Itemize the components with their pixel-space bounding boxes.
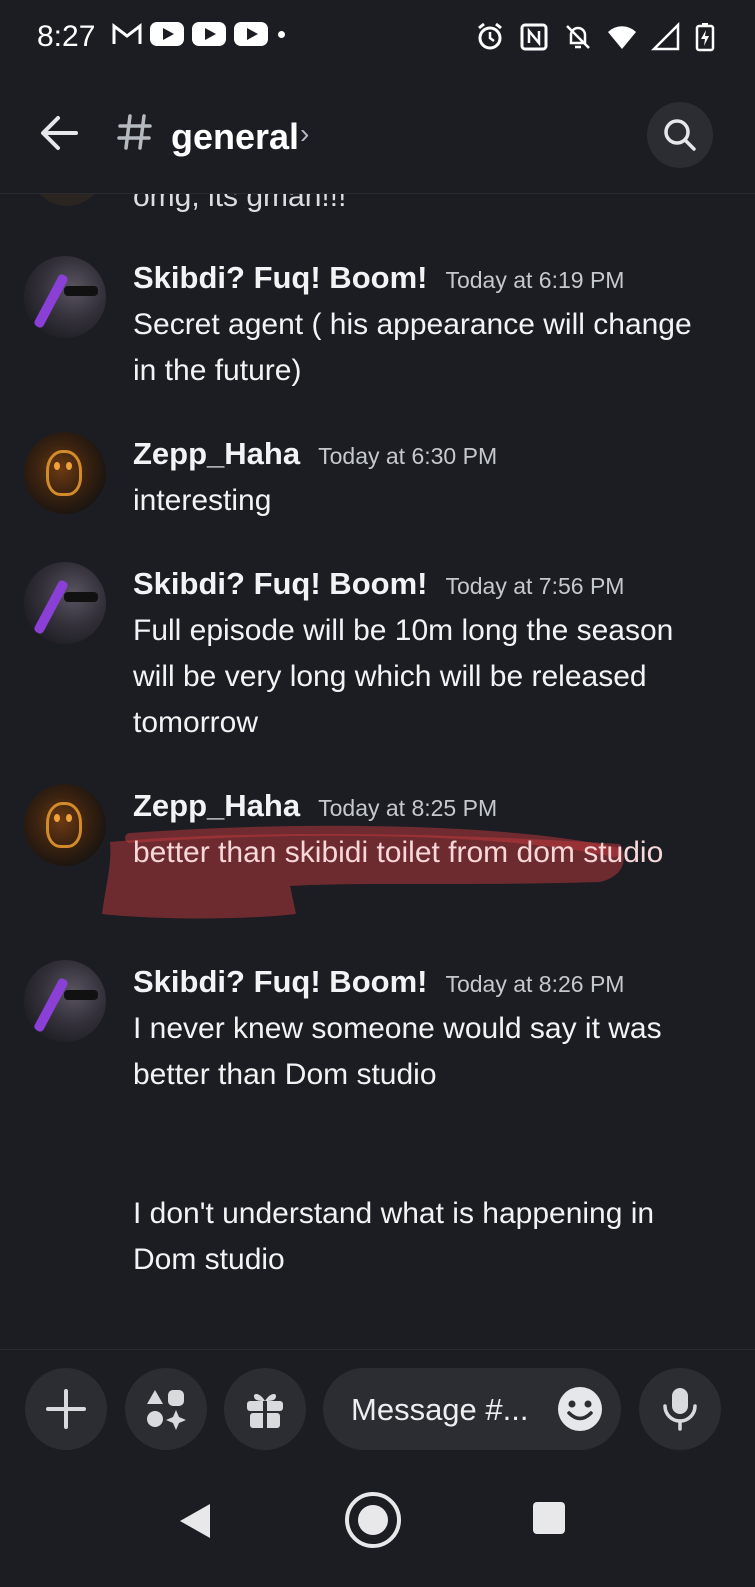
message-text: Full episode will be 10m long the season… [133,614,674,739]
voice-message-button[interactable] [639,1368,721,1450]
message-composer: Message #... [0,1349,755,1470]
silent-bell-icon [566,25,590,49]
author-name[interactable]: Skibdi? Fuq! Boom! [133,566,427,602]
apps-sparkle-icon [147,1390,186,1430]
channel-title[interactable]: general [171,116,299,158]
nav-home-icon[interactable] [343,1490,403,1550]
gift-button[interactable] [224,1368,306,1450]
microphone-icon [663,1388,697,1431]
plus-icon [46,1389,86,1429]
emoji-smiley-icon[interactable] [555,1384,605,1434]
more-notifications-dot [278,30,285,38]
message-header: Zepp_Haha Today at 8:25 PM [133,788,497,824]
back-arrow-icon[interactable] [34,108,84,158]
message-list[interactable]: omg, its gman!!! Skibdi? Fuq! Boom! Toda… [0,194,755,1349]
message-header: Skibdi? Fuq! Boom! Today at 7:56 PM [133,566,624,602]
youtube-icon [150,22,184,46]
message-header: Skibdi? Fuq! Boom! Today at 6:19 PM [133,260,624,296]
avatar[interactable] [24,432,106,514]
message-header: Skibdi? Fuq! Boom! Today at 8:26 PM [133,964,624,1000]
author-name[interactable]: Skibdi? Fuq! Boom! [133,964,427,1000]
alarm-icon [478,22,502,50]
message-input-placeholder: Message #... [351,1392,529,1427]
channel-header: general › [0,78,755,194]
chevron-right-icon[interactable]: › [300,118,309,150]
message-text: omg, its gman!!! [133,194,347,213]
battery-charging-icon [695,23,715,52]
message-timestamp: Today at 6:19 PM [445,267,625,293]
wifi-icon [608,26,636,49]
apps-button[interactable] [125,1368,207,1450]
author-name[interactable]: Zepp_Haha [133,788,300,824]
gmail-icon [112,22,142,44]
gift-icon [247,1394,283,1428]
status-bar: 8:27 [0,0,755,78]
avatar[interactable] [30,194,104,206]
message-timestamp: Today at 8:25 PM [318,795,498,821]
message-header: Zepp_Haha Today at 6:30 PM [133,436,497,472]
message-input[interactable]: Message #... [323,1368,621,1450]
nav-recents-icon[interactable] [533,1502,565,1534]
nav-back-icon[interactable] [178,1502,212,1540]
avatar[interactable] [24,562,106,644]
message-timestamp: Today at 7:56 PM [445,573,625,599]
system-navigation-bar [0,1470,755,1587]
message-text: Secret agent ( his appearance will chang… [133,308,692,387]
youtube-icon [234,22,268,46]
search-icon [664,119,696,151]
nfc-icon [520,23,548,51]
search-button[interactable] [647,102,713,168]
avatar[interactable] [24,784,106,866]
message-text: interesting [133,484,272,517]
cell-signal-icon [651,22,680,51]
message-timestamp: Today at 6:30 PM [318,443,498,469]
channel-hash-icon [117,114,152,150]
notification-icons [112,22,285,46]
message-timestamp: Today at 8:26 PM [445,971,625,997]
author-name[interactable]: Skibdi? Fuq! Boom! [133,260,427,296]
author-name[interactable]: Zepp_Haha [133,436,300,472]
message-text: I don't understand what is happening in … [133,1197,655,1276]
avatar[interactable] [24,256,106,338]
add-attachment-button[interactable] [25,1368,107,1450]
system-icons [475,22,715,52]
message-text: better than skibidi toilet from dom stud… [133,836,664,869]
message-text: I never knew someone would say it was be… [133,1012,662,1091]
avatar[interactable] [24,960,106,1042]
youtube-icon [192,22,226,46]
status-time: 8:27 [37,20,96,53]
